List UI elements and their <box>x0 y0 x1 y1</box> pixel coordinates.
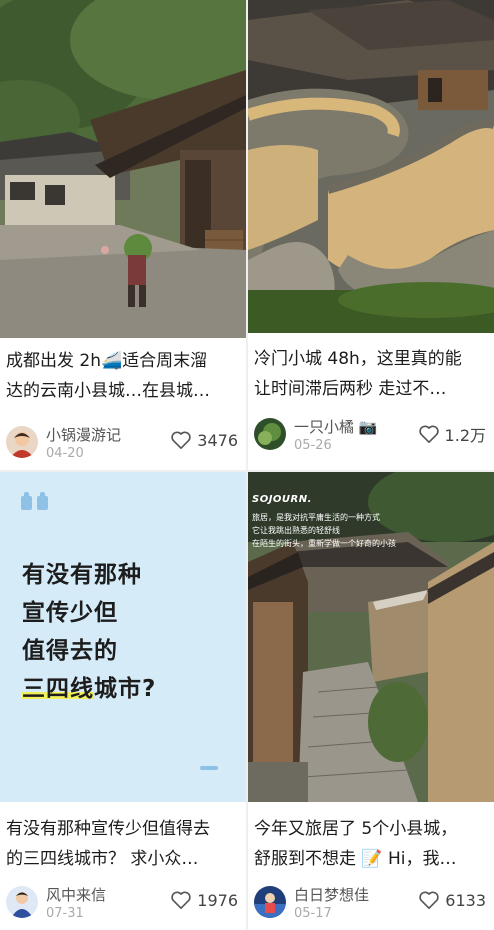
like-button[interactable]: 1976 <box>170 890 238 910</box>
feed-card-2[interactable]: 冷门小城 48h，这里真的能 让时间滞后两秒 走过不… 一只小橘 📷 05-26… <box>248 0 494 470</box>
heart-icon <box>171 891 191 909</box>
quote-line-3: 值得去的 <box>22 638 118 664</box>
village-square-photo <box>0 0 246 338</box>
overlay-line-2: 它让我跳出熟悉的轻舒线 <box>252 526 340 535</box>
author-name[interactable]: 一只小橘 📷 <box>294 416 377 437</box>
like-count: 6133 <box>445 890 486 910</box>
overlay-line-1: 旅居，是我对抗平庸生活的一种方式 <box>252 513 380 522</box>
quote-line-4: 三四线城市? <box>22 670 156 708</box>
feed-card-1[interactable]: 成都出发 2h🚄适合周末溜 达的云南小县城…在县城… 小锅漫游记 04-20 3… <box>0 0 246 470</box>
avatar[interactable] <box>254 418 286 450</box>
card-cover-image[interactable] <box>248 0 494 333</box>
card-meta: 风中来信 07-31 1976 <box>6 884 238 924</box>
card-title-line-2: 舒服到不想走 📝 Hi，我… <box>254 849 457 869</box>
card-meta: 白日梦想佳 05-17 6133 <box>254 884 486 924</box>
quote-cover[interactable]: 有没有那种 宣传少但 值得去的 三四线城市? <box>0 472 246 802</box>
feed-card-3[interactable]: 有没有那种 宣传少但 值得去的 三四线城市? 有没有那种宣传少但值得去 的三四线… <box>0 472 246 930</box>
card-cover-image[interactable] <box>0 0 246 338</box>
author-name[interactable]: 小锅漫游记 <box>46 424 121 445</box>
card-title-line-1: 成都出发 2h🚄适合周末溜 <box>6 351 208 371</box>
author-name[interactable]: 白日梦想佳 <box>294 884 369 905</box>
author-name[interactable]: 风中来信 <box>46 884 106 905</box>
feed-card-4[interactable]: SOJOURN. 旅居，是我对抗平庸生活的一种方式 它让我跳出熟悉的轻舒线 在陌… <box>248 472 494 930</box>
post-date: 04-20 <box>46 446 84 461</box>
post-date: 05-17 <box>294 906 332 921</box>
quote-highlight: 三四线 <box>22 676 94 702</box>
like-button[interactable]: 1.2万 <box>418 422 486 446</box>
quote-line-1: 有没有那种 <box>22 562 142 588</box>
post-date: 05-26 <box>294 438 332 453</box>
like-count: 1.2万 <box>444 426 486 445</box>
heart-icon <box>171 431 191 449</box>
heart-icon <box>419 891 439 909</box>
quote-line-2: 宣传少但 <box>22 600 118 626</box>
like-button[interactable]: 3476 <box>170 430 238 450</box>
card-meta: 一只小橘 📷 05-26 1.2万 <box>254 416 486 456</box>
card-title-line-1: 冷门小城 48h，这里真的能 <box>254 349 462 369</box>
heart-icon <box>418 425 439 443</box>
like-count: 3476 <box>197 430 238 450</box>
card-title-line-2: 让时间滞后两秒 走过不… <box>254 379 447 399</box>
card-title[interactable]: 冷门小城 48h，这里真的能 让时间滞后两秒 走过不… <box>254 344 488 404</box>
card-title[interactable]: 成都出发 2h🚄适合周末溜 达的云南小县城…在县城… <box>6 346 240 406</box>
avatar[interactable] <box>254 886 286 918</box>
avatar[interactable] <box>6 426 38 458</box>
card-title[interactable]: 今年又旅居了 5个小县城， 舒服到不想走 📝 Hi，我… <box>254 814 488 874</box>
card-meta: 小锅漫游记 04-20 3476 <box>6 424 238 464</box>
card-title-line-2: 达的云南小县城…在县城… <box>6 381 210 401</box>
post-date: 07-31 <box>46 906 84 921</box>
card-title[interactable]: 有没有那种宣传少但值得去 的三四线城市？ 求小众… <box>6 814 240 874</box>
quote-mark-icon <box>21 492 48 510</box>
card-title-line-1: 有没有那种宣传少但值得去 <box>6 819 210 839</box>
earthen-wall-photo <box>248 0 494 333</box>
avatar[interactable] <box>6 886 38 918</box>
quote-tail: 城市? <box>94 676 157 702</box>
card-title-line-1: 今年又旅居了 5个小县城， <box>254 819 458 839</box>
card-title-line-2: 的三四线城市？ 求小众… <box>6 849 199 869</box>
overlay-line-3: 在陌生的街头，重新学做一个好奇的小孩 <box>252 539 396 548</box>
overlay-brand: SOJOURN. <box>252 494 312 505</box>
quote-text: 有没有那种 宣传少但 值得去的 三四线城市? <box>22 556 156 708</box>
like-count: 1976 <box>197 890 238 910</box>
quote-divider <box>200 766 218 770</box>
like-button[interactable]: 6133 <box>418 890 486 910</box>
card-cover-image[interactable]: SOJOURN. 旅居，是我对抗平庸生活的一种方式 它让我跳出熟悉的轻舒线 在陌… <box>248 472 494 802</box>
